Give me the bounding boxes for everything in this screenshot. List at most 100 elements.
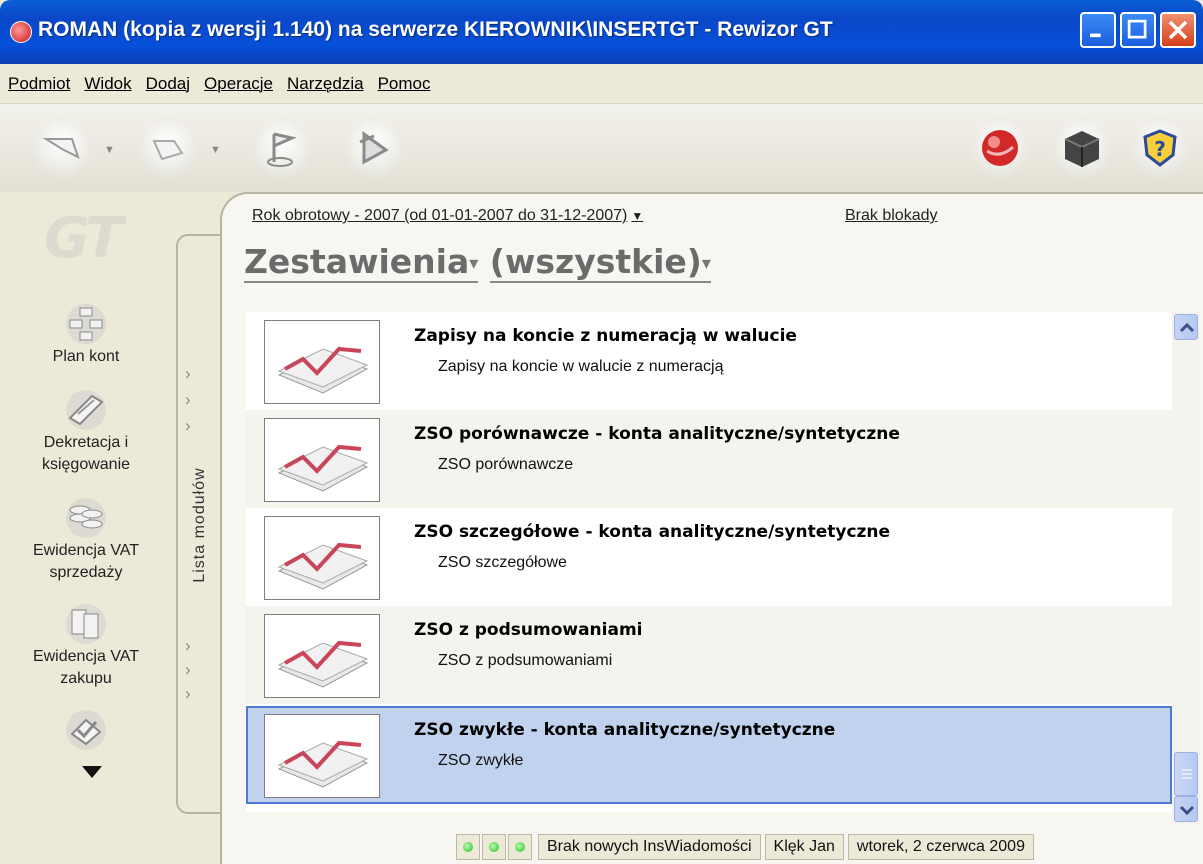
page-title: Zestawienia▾ (wszystkie)▾ xyxy=(244,242,711,283)
module-label-line2: księgowanie xyxy=(41,456,131,473)
scroll-up-button[interactable] xyxy=(1174,314,1198,340)
module-more[interactable] xyxy=(0,708,172,752)
list-item[interactable]: ZSO porównawcze - konta analityczne/synt… xyxy=(246,410,1172,508)
fiscal-year-text: Rok obrotowy - 2007 (od 01-01-2007 do 31… xyxy=(252,207,628,224)
module-label: Ewidencja VAT xyxy=(32,542,140,559)
report-title: ZSO porównawcze - konta analityczne/synt… xyxy=(414,424,900,444)
fiscal-year-selector[interactable]: Rok obrotowy - 2007 (od 01-01-2007 do 31… xyxy=(252,207,643,225)
cube-button[interactable] xyxy=(1052,118,1112,178)
report-description: Zapisy na koncie w walucie z numeracją xyxy=(438,358,724,375)
status-bar: Brak nowych InsWiadomości Klęk Jan wtore… xyxy=(456,830,1034,864)
forward-arrow-icon xyxy=(152,140,184,161)
status-date: wtorek, 2 czerwca 2009 xyxy=(847,834,1034,860)
scroll-thumb[interactable] xyxy=(1174,752,1198,796)
chevron-down-icon: ▾ xyxy=(469,253,479,274)
module-label: Dekretacja i xyxy=(43,434,129,451)
accounts-chart-icon xyxy=(66,304,106,344)
status-user: Klęk Jan xyxy=(764,834,844,860)
dropdown-arrow-icon: ▼ xyxy=(631,209,644,223)
chart-icon xyxy=(277,346,369,394)
menu-widok[interactable]: Widok xyxy=(84,74,131,94)
module-vat-sprzedazy[interactable]: Ewidencja VAT sprzedaży xyxy=(0,496,172,584)
close-button[interactable] xyxy=(1160,12,1196,48)
list-item-selected[interactable]: ZSO zwykłe - konta analityczne/syntetycz… xyxy=(246,706,1172,804)
module-panel: GT Plan kont Dekretacja i księgowanie Ew… xyxy=(0,192,176,864)
report-description: ZSO porównawcze xyxy=(438,456,574,473)
back-dropdown-icon[interactable]: ▼ xyxy=(104,144,115,156)
report-description: ZSO zwykłe xyxy=(438,752,524,769)
menu-dodaj[interactable]: Dodaj xyxy=(146,74,190,94)
module-label-line2: sprzedaży xyxy=(49,564,123,581)
module-dekretacja[interactable]: Dekretacja i księgowanie xyxy=(0,388,172,476)
gt-logo: GT xyxy=(44,206,123,271)
report-thumbnail xyxy=(264,418,380,502)
list-item[interactable]: Zapisy na koncie z numeracją w walucie Z… xyxy=(246,312,1172,410)
menu-narzedzia[interactable]: Narzędzia xyxy=(287,74,364,94)
menu-pomoc[interactable]: Pomoc xyxy=(378,74,431,94)
forward-dropdown-icon[interactable]: ▼ xyxy=(210,144,221,156)
status-led-3 xyxy=(508,834,532,860)
scroll-down-button[interactable] xyxy=(1174,796,1198,822)
chart-icon xyxy=(277,444,369,492)
filter-selector[interactable]: (wszystkie)▾ xyxy=(489,242,711,283)
report-description: ZSO szczegółowe xyxy=(438,554,567,571)
back-button[interactable] xyxy=(32,118,92,178)
module-plan-kont[interactable]: Plan kont xyxy=(0,302,172,368)
maximize-button[interactable] xyxy=(1120,12,1156,48)
list-item[interactable]: ZSO z podsumowaniami ZSO z podsumowaniam… xyxy=(246,606,1172,704)
app-icon xyxy=(10,21,32,43)
run-button[interactable] xyxy=(344,118,404,178)
close-icon xyxy=(1168,20,1188,40)
cube-icon xyxy=(1064,131,1100,167)
report-title: ZSO zwykłe - konta analityczne/syntetycz… xyxy=(414,720,836,740)
grip-icon xyxy=(1182,769,1192,779)
toolbar: ▼ ▼ ? xyxy=(0,104,1203,192)
chevron-right-icon: › xyxy=(185,636,191,655)
help-shield-icon: ? xyxy=(1143,129,1177,167)
chevron-right-icon: › xyxy=(185,416,191,435)
svg-text:?: ? xyxy=(1154,137,1166,161)
report-thumbnail xyxy=(264,714,380,798)
flag-button[interactable] xyxy=(252,118,312,178)
menu-podmiot[interactable]: Podmiot xyxy=(8,74,70,94)
minimize-button[interactable] xyxy=(1080,12,1116,48)
maximize-icon xyxy=(1127,19,1147,39)
module-label: Plan kont xyxy=(52,348,120,365)
forward-button[interactable] xyxy=(138,118,198,178)
filter-title: (wszystkie) xyxy=(489,242,702,281)
scroll-down-icon[interactable] xyxy=(80,764,104,780)
report-title: ZSO szczegółowe - konta analityczne/synt… xyxy=(414,522,891,542)
chart-icon xyxy=(277,640,369,688)
chart-icon xyxy=(277,542,369,590)
purchase-icon xyxy=(66,604,106,644)
globe-icon xyxy=(982,130,1018,166)
menu-operacje[interactable]: Operacje xyxy=(204,74,273,94)
chevron-down-icon: ▾ xyxy=(701,253,711,274)
report-title: Zapisy na koncie z numeracją w walucie xyxy=(414,326,797,346)
report-description: ZSO z podsumowaniami xyxy=(438,652,613,669)
list-item[interactable]: ZSO szczegółowe - konta analityczne/synt… xyxy=(246,508,1172,606)
globe-button[interactable] xyxy=(970,118,1030,178)
status-messages[interactable]: Brak nowych InsWiadomości xyxy=(538,834,761,860)
report-list: Zapisy na koncie z numeracją w walucie Z… xyxy=(246,312,1172,812)
module-vat-zakupu[interactable]: Ewidencja VAT zakupu xyxy=(0,602,172,690)
green-dot-icon xyxy=(515,842,525,852)
checklist-icon xyxy=(66,710,106,750)
report-thumbnail xyxy=(264,516,380,600)
title-bar: ROMAN (kopia z wersji 1.140) na serwerze… xyxy=(0,0,1203,64)
chevron-right-icon: › xyxy=(185,390,191,409)
module-label-line2: zakupu xyxy=(60,670,112,687)
help-button[interactable]: ? xyxy=(1130,118,1190,178)
status-led-1 xyxy=(456,834,480,860)
module-label: Ewidencja VAT xyxy=(32,648,140,665)
view-selector[interactable]: Zestawienia▾ xyxy=(244,242,479,283)
status-led-2 xyxy=(482,834,506,860)
window-title: ROMAN (kopia z wersji 1.140) na serwerze… xyxy=(38,18,833,41)
report-thumbnail xyxy=(264,614,380,698)
view-title: Zestawienia xyxy=(244,242,470,281)
list-scrollbar[interactable] xyxy=(1172,312,1200,824)
report-thumbnail xyxy=(264,320,380,404)
back-arrow-icon xyxy=(42,138,80,159)
lock-status-link[interactable]: Brak blokady xyxy=(845,207,938,225)
report-title: ZSO z podsumowaniami xyxy=(414,620,643,640)
